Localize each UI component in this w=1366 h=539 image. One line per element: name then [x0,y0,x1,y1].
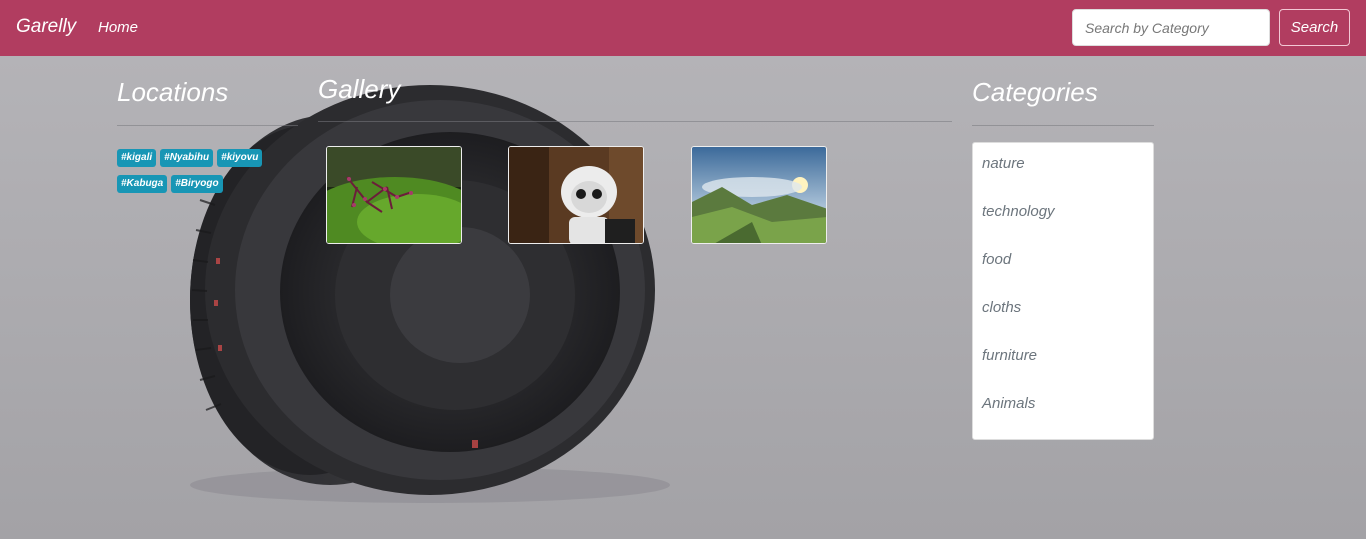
camera-lens-background [0,56,1366,539]
brand-logo-link[interactable]: Garelly [16,16,76,38]
locations-divider [117,125,298,126]
locations-heading: Locations [117,77,229,107]
category-item-food[interactable]: food [982,251,1011,268]
moss-plant-image[interactable] [326,146,462,244]
gallery-heading: Gallery [318,74,401,104]
location-tag[interactable]: #Nyabihu [160,149,214,167]
categories-divider [972,125,1154,126]
category-item-cloths[interactable]: cloths [982,299,1021,316]
location-tags: #kigali #Nyabihu #kiyovu #Kabuga #Biryogo [117,147,292,199]
category-item-animals[interactable]: Animals [982,395,1035,412]
gallery-divider [318,121,952,122]
category-item-technology[interactable]: technology [982,203,1055,220]
location-tag[interactable]: #kiyovu [217,149,263,167]
search-button[interactable]: Search [1279,9,1350,46]
robot-image[interactable] [508,146,644,244]
mountain-landscape-image[interactable] [691,146,827,244]
categories-heading: Categories [972,77,1098,107]
location-tag[interactable]: #Biryogo [171,175,223,193]
category-item-nature[interactable]: nature [982,155,1025,172]
location-tag[interactable]: #Kabuga [117,175,168,193]
nav-home-link[interactable]: Home [98,19,138,36]
search-input[interactable] [1072,9,1270,46]
location-tag[interactable]: #kigali [117,149,157,167]
category-item-furniture[interactable]: furniture [982,347,1037,364]
categories-list: nature technology food cloths furniture … [972,142,1154,440]
top-navbar: Garelly Home Search [0,0,1366,56]
